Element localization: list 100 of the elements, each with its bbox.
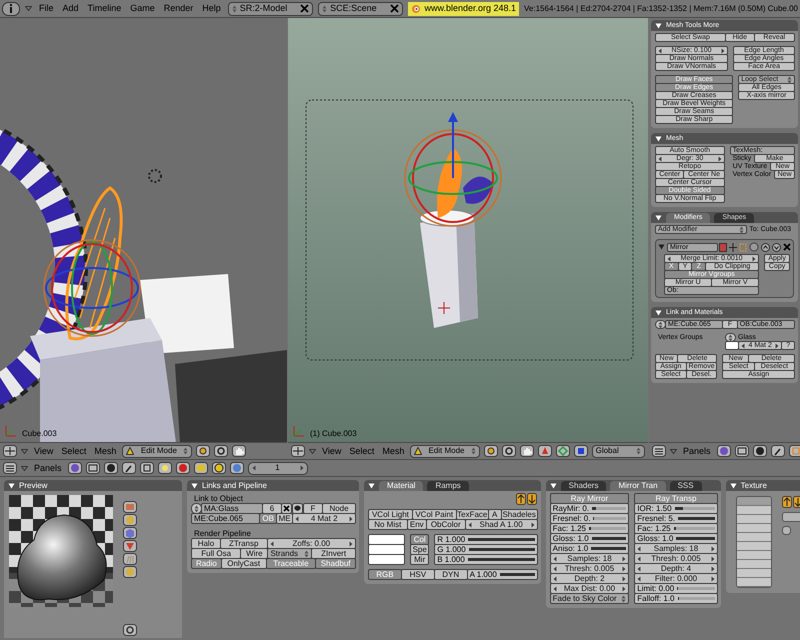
cube-icon[interactable] <box>123 527 137 539</box>
menu-item[interactable]: Render <box>162 4 196 13</box>
triangle-icon[interactable] <box>670 448 677 454</box>
texture-slot[interactable] <box>736 569 771 578</box>
color-swatch[interactable] <box>368 534 406 545</box>
color-swatch[interactable] <box>368 554 406 565</box>
menu-item[interactable]: Select <box>347 446 376 456</box>
menu-item[interactable]: Timeline <box>86 4 124 13</box>
number-field[interactable]: Depth: 4 <box>634 563 718 574</box>
cross-icon[interactable] <box>729 242 737 252</box>
number-field[interactable]: Max Dist: 0.00 <box>550 583 630 594</box>
menu-item[interactable]: Select <box>59 446 88 456</box>
text-field[interactable]: MA:Glass <box>201 503 263 514</box>
slider[interactable]: Fac: 1.25 <box>634 523 718 534</box>
orientation-dropdown[interactable]: Global <box>592 444 645 458</box>
collapse-triangle-icon[interactable] <box>368 482 375 488</box>
mode-dropdown[interactable]: Edit Mode <box>410 444 480 458</box>
texture-slot[interactable] <box>736 533 771 542</box>
collapse-triangle-icon[interactable] <box>658 244 665 250</box>
browse-button[interactable] <box>655 320 666 329</box>
cone-icon[interactable] <box>123 540 137 552</box>
menu-item[interactable]: Game <box>128 4 157 13</box>
texture-slot[interactable] <box>736 551 771 560</box>
color-swatch[interactable] <box>368 544 406 555</box>
menu-item[interactable]: Mesh <box>380 446 406 456</box>
collapse-triangle-icon[interactable] <box>730 482 737 488</box>
toggle-button[interactable]: VCol Paint <box>412 509 457 520</box>
text-field[interactable]: ME:Cube.065 <box>191 513 260 524</box>
sphere-icon[interactable] <box>716 445 731 457</box>
texture-slot[interactable] <box>736 578 771 587</box>
collapse-triangle-icon[interactable] <box>655 22 662 28</box>
frame-number-field[interactable]: 1 <box>248 462 308 474</box>
collapse-triangle-icon[interactable] <box>655 310 662 316</box>
toggle-button[interactable]: HSV <box>400 569 435 580</box>
slider[interactable]: Fresnel: 5. <box>634 513 718 524</box>
dropdown-menu[interactable]: Strands <box>267 548 312 559</box>
toggle-button[interactable]: No Mist <box>368 519 408 530</box>
collapse-triangle-icon[interactable] <box>191 482 198 488</box>
panel-tab[interactable]: Shaders <box>560 480 606 490</box>
number-field[interactable]: Filter: 0.000 <box>634 573 718 584</box>
collapse-triangle-icon[interactable] <box>655 136 662 142</box>
sphere-icon[interactable] <box>68 462 82 474</box>
panel-tab[interactable]: Material <box>379 480 424 490</box>
number-field[interactable]: Samples: 18 <box>634 543 718 554</box>
slider[interactable]: A 1.000 <box>466 569 538 580</box>
number-field[interactable]: Shad A 1.00 <box>464 519 538 530</box>
triangle-icon[interactable] <box>25 6 32 11</box>
mode-dropdown[interactable]: Edit Mode <box>122 444 192 458</box>
browse-button[interactable] <box>725 333 736 342</box>
number-field[interactable]: Samples: 18 <box>550 553 630 564</box>
toggle-button[interactable]: ZInvert <box>311 548 356 559</box>
triangle-icon[interactable] <box>21 448 28 454</box>
x-icon[interactable] <box>281 503 292 514</box>
sphere-icon[interactable] <box>123 566 137 578</box>
panel-tab[interactable]: Ramps <box>427 480 469 490</box>
toggle-button[interactable]: VCol Light <box>368 509 413 520</box>
toggle-button[interactable]: Env <box>406 519 427 530</box>
up-arrow-icon[interactable] <box>761 242 770 252</box>
info-icon[interactable] <box>2 2 20 16</box>
collapse-triangle-icon[interactable] <box>8 482 15 488</box>
menu-item[interactable]: Mesh <box>92 446 118 456</box>
menu-item[interactable]: File <box>37 4 56 13</box>
texture-slot[interactable] <box>736 524 771 533</box>
menu-item[interactable]: View <box>320 446 344 456</box>
slider[interactable]: RayMir: 0. <box>550 503 630 514</box>
circle-icon[interactable] <box>123 624 137 636</box>
number-field[interactable]: Depth: 2 <box>550 573 630 584</box>
slider[interactable]: G 1.000 <box>434 544 538 555</box>
slider[interactable]: Fresnel: 0. <box>550 513 630 524</box>
ball-icon[interactable] <box>752 445 767 457</box>
shield-icon[interactable] <box>292 503 303 514</box>
close-icon[interactable] <box>300 4 310 13</box>
slider[interactable]: Aniso: 1.0 <box>550 543 630 554</box>
slider[interactable]: B 1.000 <box>434 554 538 565</box>
circle-icon[interactable] <box>749 242 759 252</box>
slider[interactable]: Gloss: 1.0 <box>634 533 718 544</box>
down-arrow-icon[interactable] <box>526 493 537 505</box>
toggle-button[interactable]: ZTransp <box>220 538 268 549</box>
menu-item[interactable]: Help <box>200 4 223 13</box>
slider[interactable]: IOR: 1.50 <box>634 503 718 514</box>
toggle-button[interactable]: ME <box>276 513 294 524</box>
slider[interactable]: Limit: 0.00 <box>634 583 718 594</box>
toggle-button[interactable]: Mir <box>410 554 430 565</box>
number-field[interactable]: Thresh: 0.005 <box>634 553 718 564</box>
screen-selector[interactable]: SR:2-Model <box>228 2 314 16</box>
panel-tab[interactable]: SSS <box>670 480 702 490</box>
crosshair-icon[interactable] <box>3 445 17 457</box>
color-swatch[interactable] <box>725 341 740 350</box>
up-arrow-icon[interactable] <box>516 493 526 505</box>
texture-slot[interactable] <box>736 506 771 515</box>
small-button-icon[interactable] <box>782 526 791 535</box>
toggle-button[interactable]: Spe <box>410 544 430 555</box>
slider[interactable]: Falloff: 1.0 <box>634 593 718 604</box>
collapse-triangle-icon[interactable] <box>550 482 557 488</box>
panel-tab[interactable]: Mirror Tran <box>610 480 666 490</box>
toggle-button[interactable]: ObColor <box>426 519 466 530</box>
number-field[interactable]: 4 Mat 2 <box>292 513 356 524</box>
slider[interactable]: R 1.000 <box>434 534 538 545</box>
ball-icon[interactable] <box>104 462 118 474</box>
slider[interactable]: Gloss: 1.0 <box>550 533 630 544</box>
